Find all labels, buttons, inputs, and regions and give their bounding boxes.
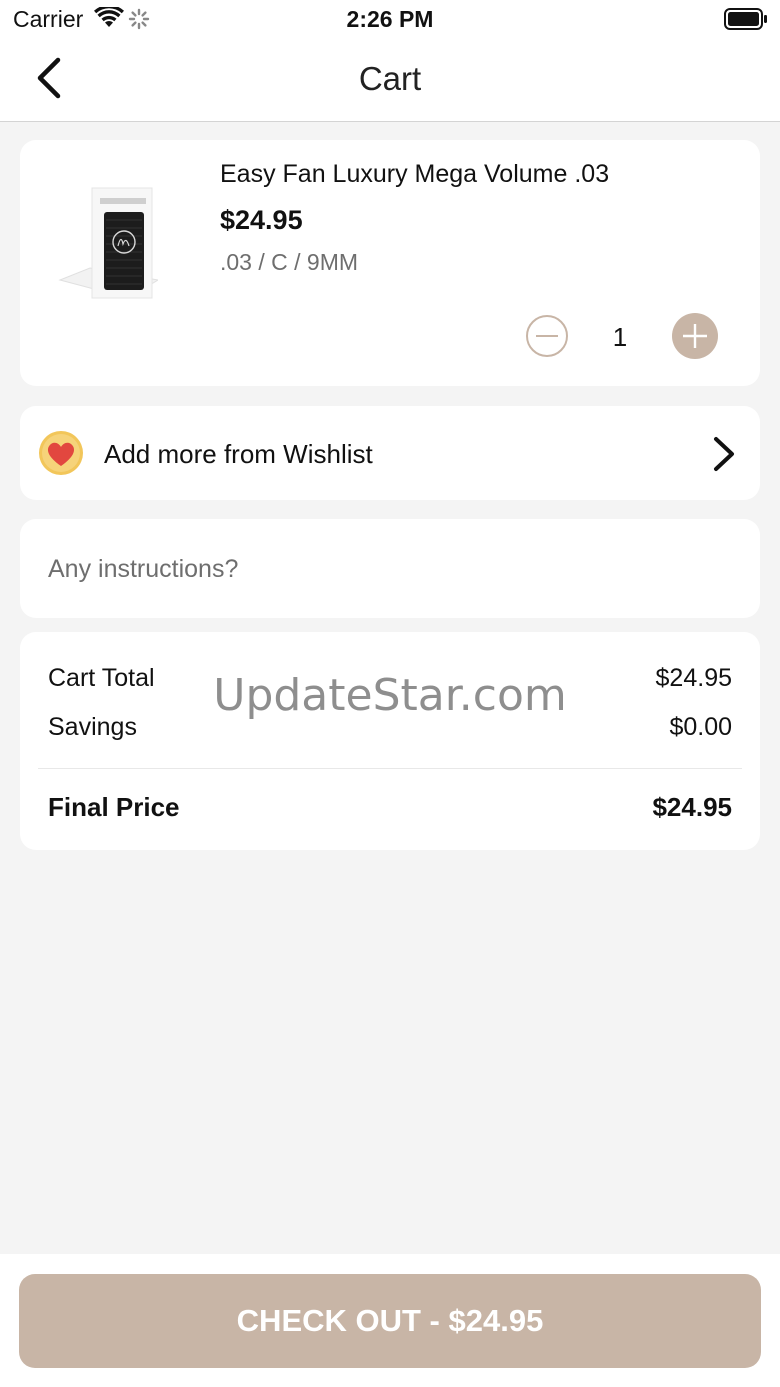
plus-circle-icon	[672, 313, 718, 359]
cart-total-value: $24.95	[655, 664, 732, 692]
page-title: Cart	[358, 60, 422, 97]
battery-icon	[724, 8, 767, 30]
product-name[interactable]: Easy Fan Luxury Mega Volume .03	[220, 160, 609, 189]
wishlist-row[interactable]: Add more from Wishlist	[20, 406, 760, 500]
final-price-value: $24.95	[652, 792, 732, 822]
checkout-button[interactable]: CHECK OUT - $24.95	[19, 1274, 761, 1368]
quantity-increase-button[interactable]	[671, 312, 719, 360]
instructions-card	[20, 519, 760, 618]
minus-circle-icon	[526, 315, 568, 357]
price-summary-card: Cart Total $24.95 Savings $0.00 Final Pr…	[20, 632, 760, 850]
final-price-label: Final Price	[48, 792, 180, 822]
quantity-decrease-button[interactable]	[525, 314, 569, 358]
wishlist-label: Add more from Wishlist	[104, 439, 373, 469]
product-price: $24.95	[220, 205, 303, 235]
cart-item-card: Easy Fan Luxury Mega Volume .03 $24.95 .…	[20, 140, 760, 386]
quantity-value: 1	[612, 322, 628, 352]
cart-total-label: Cart Total	[48, 664, 155, 692]
chevron-right-icon	[714, 437, 734, 471]
savings-label: Savings	[48, 713, 137, 741]
status-bar: Carrier 2:26 PM	[0, 0, 780, 40]
savings-value: $0.00	[669, 713, 732, 741]
instructions-input[interactable]	[48, 549, 728, 589]
status-time: 2:26 PM	[346, 6, 434, 32]
heart-badge-icon	[39, 431, 83, 475]
checkout-bar: CHECK OUT - $24.95	[0, 1254, 780, 1387]
nav-bar: Cart	[0, 40, 780, 122]
product-variant: .03 / C / 9MM	[220, 249, 359, 275]
summary-divider	[38, 768, 742, 769]
product-image	[58, 187, 158, 299]
